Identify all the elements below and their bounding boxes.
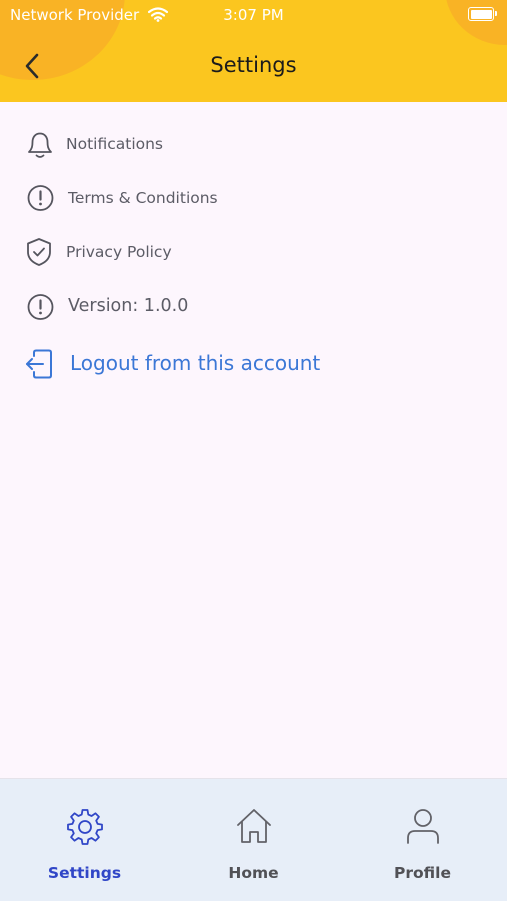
info-circle-icon — [27, 294, 54, 320]
menu-item-label: Privacy Policy — [66, 243, 172, 261]
logout-icon — [26, 349, 52, 379]
menu-item-notifications[interactable]: Notifications — [24, 126, 444, 162]
status-bar: Network Provider 3:07 PM — [0, 0, 507, 30]
info-circle-icon — [27, 185, 54, 211]
menu-item-version: Version: 1.0.0 — [24, 289, 444, 325]
tab-home[interactable]: Home — [169, 779, 338, 901]
user-icon — [407, 809, 439, 844]
tab-label: Settings — [47, 864, 122, 882]
tab-bar: Settings Home Profile — [0, 778, 507, 901]
home-icon — [237, 809, 271, 843]
tab-label: Profile — [394, 864, 451, 882]
battery-icon — [468, 7, 497, 21]
shield-check-icon — [27, 238, 51, 266]
version-label: Version: 1.0.0 — [68, 296, 189, 316]
logout-label: Logout from this account — [70, 351, 321, 375]
tab-label: Home — [228, 864, 279, 882]
menu-item-terms[interactable]: Terms & Conditions — [24, 180, 444, 216]
logout-button[interactable]: Logout from this account — [24, 346, 444, 382]
menu-item-label: Notifications — [66, 135, 164, 153]
bell-icon — [28, 132, 52, 158]
menu-item-label: Terms & Conditions — [68, 189, 218, 207]
app-header: Network Provider 3:07 PM Settings — [0, 0, 507, 102]
status-time: 3:07 PM — [223, 6, 284, 24]
tab-profile[interactable]: Profile — [338, 779, 507, 901]
page-title: Settings — [210, 53, 297, 77]
tab-settings[interactable]: Settings — [0, 779, 169, 901]
menu-item-privacy[interactable]: Privacy Policy — [24, 234, 444, 270]
gear-icon — [67, 809, 103, 845]
